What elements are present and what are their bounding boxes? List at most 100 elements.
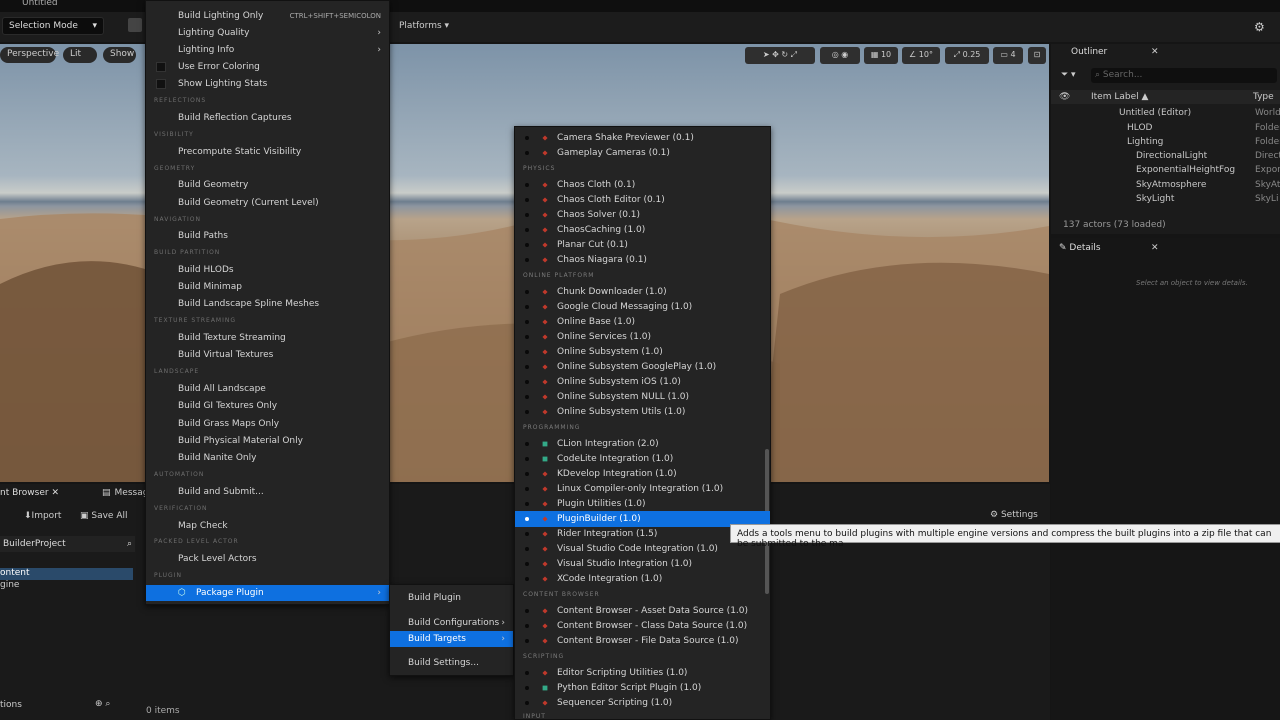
plugin-list-item[interactable]: Chunk Downloader (1.0) [515, 284, 770, 300]
plugin-list-item[interactable]: Online Subsystem NULL (1.0) [515, 389, 770, 405]
plugin-list-item[interactable]: Chaos Solver (0.1) [515, 207, 770, 223]
plugin-list-item[interactable]: Chaos Cloth Editor (0.1) [515, 192, 770, 208]
build-menu-item[interactable]: Map Check [146, 518, 389, 534]
plugin-list-item[interactable]: Visual Studio Code Integration (1.0) [515, 541, 770, 557]
build-menu-item[interactable]: Build Texture Streaming [146, 330, 389, 346]
plugin-list-item[interactable]: XCode Integration (1.0) [515, 571, 770, 587]
plugin-list-item[interactable]: Python Editor Script Plugin (1.0) [515, 680, 770, 696]
package-menu-item[interactable]: Build Settings... [390, 655, 513, 671]
tab-content-browser[interactable]: nt Browser ✕ [0, 488, 59, 498]
build-menu-item[interactable]: Build Paths [146, 228, 389, 244]
plugin-list-item[interactable]: Linux Compiler-only Integration (1.0) [515, 481, 770, 497]
build-menu-item[interactable]: Build and Submit... [146, 484, 389, 500]
close-icon[interactable]: ✕ [1151, 47, 1159, 57]
scale-snap-button[interactable]: ⤢ 0.25 [945, 47, 989, 64]
plugin-list-item[interactable]: Online Subsystem iOS (1.0) [515, 374, 770, 390]
outliner-row[interactable]: DirectionalLight [1136, 151, 1207, 161]
build-menu-item[interactable]: Lighting Info › [146, 42, 389, 58]
tab-details[interactable]: ✎ Details [1059, 243, 1101, 253]
plugin-list-item[interactable]: CodeLite Integration (1.0) [515, 451, 770, 467]
show-button[interactable]: Show [103, 47, 136, 63]
build-menu-item[interactable]: Build Geometry (Current Level) [146, 195, 389, 211]
build-menu-item[interactable]: Show Lighting Stats [146, 76, 389, 92]
plugin-list-item[interactable]: Online Subsystem GooglePlay (1.0) [515, 359, 770, 375]
plugin-list-item[interactable]: KDevelop Integration (1.0) [515, 466, 770, 482]
surface-snap-icon[interactable]: ◎ ◉ [820, 47, 860, 64]
cb-settings-button[interactable]: ⚙ Settings [990, 510, 1038, 520]
build-menu-item[interactable]: Build Grass Maps Only [146, 416, 389, 432]
add-content-icon[interactable] [128, 18, 142, 32]
outliner-search-input[interactable]: ⌕ Search... [1091, 68, 1277, 83]
build-menu-item[interactable]: ⬡ Package Plugin › [146, 585, 389, 601]
import-button[interactable]: ⬇Import [24, 511, 61, 521]
camera-speed-button[interactable]: ▭ 4 [993, 47, 1023, 64]
platforms-menu[interactable]: Platforms ▾ [399, 21, 449, 31]
build-menu-item[interactable]: Build Geometry [146, 177, 389, 193]
build-menu-item[interactable]: Build HLODs [146, 262, 389, 278]
build-menu-item[interactable]: Build All Landscape [146, 381, 389, 397]
plugin-list-item[interactable]: Planar Cut (0.1) [515, 237, 770, 253]
plugin-list-item[interactable]: Sequencer Scripting (1.0) [515, 695, 770, 711]
build-menu-item[interactable]: Use Error Coloring [146, 59, 389, 75]
package-menu-item[interactable]: Build Plugin [390, 590, 513, 606]
build-menu-item[interactable]: Precompute Static Visibility [146, 144, 389, 160]
package-menu-item[interactable]: Build Configurations › [390, 615, 513, 631]
build-menu-item[interactable]: Pack Level Actors [146, 551, 389, 567]
build-menu-item[interactable]: Build Virtual Textures [146, 347, 389, 363]
build-menu-item[interactable]: Build GI Textures Only [146, 398, 389, 414]
perspective-button[interactable]: Perspective [0, 47, 59, 63]
plugin-list-item[interactable]: Chaos Cloth (0.1) [515, 177, 770, 193]
outliner-row[interactable]: Untitled (Editor) [1119, 108, 1191, 118]
build-menu-item[interactable]: Build Landscape Spline Meshes [146, 296, 389, 312]
plugin-list-item[interactable]: ChaosCaching (1.0) [515, 222, 770, 238]
build-menu-item[interactable]: Lighting Quality › [146, 25, 389, 41]
outliner-row[interactable]: ExponentialHeightFog [1136, 165, 1235, 175]
collections-header[interactable]: tions [0, 700, 22, 710]
plugin-list-item[interactable]: Gameplay Cameras (0.1) [515, 145, 770, 161]
build-menu-item[interactable]: Build Reflection Captures [146, 110, 389, 126]
plugin-list-item[interactable]: Google Cloud Messaging (1.0) [515, 299, 770, 315]
plugin-list-item[interactable]: Visual Studio Integration (1.0) [515, 556, 770, 572]
package-menu-item[interactable]: Build Targets › [390, 631, 513, 647]
add-collection-icon[interactable]: ⊕ ⌕ [95, 699, 110, 709]
plugin-list-item[interactable]: Content Browser - Class Data Source (1.0… [515, 618, 770, 634]
col-type[interactable]: Type [1253, 92, 1274, 102]
plugin-list-item[interactable]: CLion Integration (2.0) [515, 436, 770, 452]
outliner-row[interactable]: HLOD [1127, 123, 1152, 133]
plugin-list-item[interactable]: Online Base (1.0) [515, 314, 770, 330]
plugin-list-item[interactable]: Online Services (1.0) [515, 329, 770, 345]
plugin-list-item[interactable]: Online Subsystem (1.0) [515, 344, 770, 360]
transform-tools[interactable]: ➤ ✥ ↻ ⤢ [745, 47, 815, 64]
selection-mode-dropdown[interactable]: Selection Mode ▾ [2, 17, 104, 35]
col-item-label[interactable]: Item Label ▲ [1091, 92, 1148, 102]
build-menu-item[interactable]: Build Nanite Only [146, 450, 389, 466]
plugin-list-item[interactable]: Camera Shake Previewer (0.1) [515, 130, 770, 146]
tree-item-engine[interactable]: gine [0, 580, 19, 590]
close-icon[interactable]: ✕ [1151, 243, 1159, 253]
build-menu-item[interactable]: Build Physical Material Only [146, 433, 389, 449]
outliner-row[interactable]: SkyLight [1136, 194, 1174, 204]
outliner-row[interactable]: Lighting [1127, 137, 1163, 147]
build-menu-item[interactable]: Build Minimap [146, 279, 389, 295]
eye-icon[interactable]: 👁 [1059, 92, 1070, 102]
save-all-button[interactable]: ▣ Save All [80, 511, 128, 521]
plugin-list-item[interactable]: Content Browser - Asset Data Source (1.0… [515, 603, 770, 619]
search-icon[interactable]: ⌕ [127, 539, 132, 549]
tree-item-content[interactable]: ontent [0, 568, 133, 580]
checkbox[interactable] [156, 62, 166, 72]
plugin-list-item[interactable]: Plugin Utilities (1.0) [515, 496, 770, 512]
grid-snap-button[interactable]: ▦ 10 [864, 47, 898, 64]
plugin-list-item[interactable]: Online Subsystem Utils (1.0) [515, 404, 770, 420]
checkbox[interactable] [156, 79, 166, 89]
plugin-list-item[interactable]: Chaos Niagara (0.1) [515, 252, 770, 268]
plugin-list-item[interactable]: Editor Scripting Utilities (1.0) [515, 665, 770, 681]
settings-gear-icon[interactable]: ⚙ [1254, 20, 1265, 34]
lit-button[interactable]: Lit [63, 47, 97, 63]
filter-icon[interactable]: ⏷ ▾ [1061, 70, 1076, 80]
tab-outliner[interactable]: Outliner [1071, 47, 1107, 57]
build-menu-item[interactable]: Build Lighting Only CTRL+SHIFT+SEMICOLON [146, 8, 389, 24]
plugin-list-item[interactable]: Content Browser - File Data Source (1.0) [515, 633, 770, 649]
maximize-viewport-icon[interactable]: ⊡ [1028, 47, 1046, 64]
angle-snap-button[interactable]: ∠ 10° [902, 47, 940, 64]
outliner-row[interactable]: SkyAtmosphere [1136, 180, 1206, 190]
